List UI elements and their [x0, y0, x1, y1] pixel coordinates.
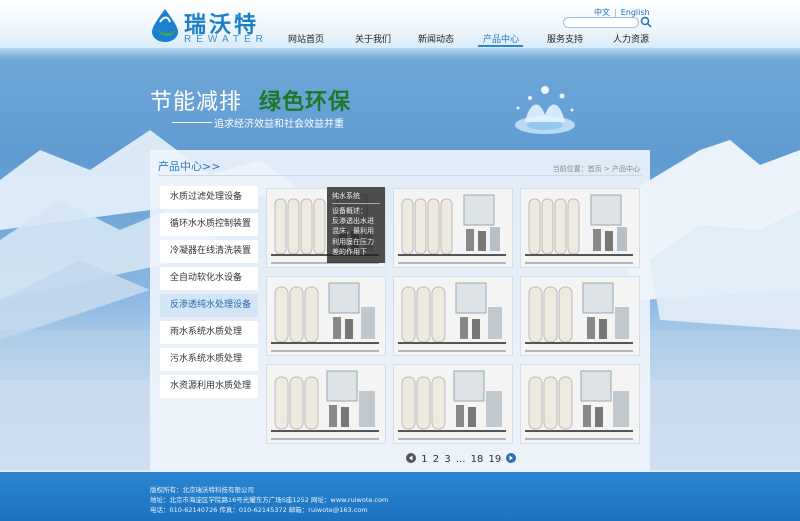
- search-input[interactable]: [563, 17, 639, 28]
- product-thumbnail[interactable]: [520, 364, 640, 444]
- page-link-19[interactable]: 19: [489, 454, 502, 465]
- site-footer: 版权所有：北京瑞沃特科技有限公司 地址：北京市海淀区学院路16号光耀东方广场S座…: [0, 472, 800, 521]
- logo-english-text: REWATER: [184, 34, 268, 45]
- footer-copyright: 版权所有：北京瑞沃特科技有限公司: [150, 486, 254, 494]
- product-thumbnail[interactable]: [266, 364, 386, 444]
- search-icon[interactable]: [640, 16, 652, 28]
- page-link-18[interactable]: 18: [471, 454, 484, 465]
- ro-equipment-image: [394, 277, 512, 355]
- active-nav-underline: [478, 45, 523, 47]
- ro-equipment-image: [267, 365, 385, 443]
- product-thumbnail[interactable]: [393, 188, 513, 268]
- tooltip-line: 差的作用下: [332, 247, 367, 256]
- sidebar-item-ro[interactable]: 反渗透纯水处理设备: [160, 294, 258, 317]
- ro-equipment-image: [394, 189, 512, 267]
- panel-title: 产品中心>>: [158, 160, 221, 173]
- product-thumbnail[interactable]: [520, 276, 640, 356]
- nav-products[interactable]: 产品中心: [483, 32, 519, 45]
- slogan-dash-line: [172, 122, 212, 123]
- product-hover-tooltip: 纯水系统 设备概述： 反渗透出水进 混床，最利用 利用膜在压力 差的作用下: [327, 187, 385, 263]
- sidebar-item-softener[interactable]: 全自动软化水设备: [160, 267, 258, 290]
- ro-equipment-image: [521, 189, 639, 267]
- ro-equipment-image: [521, 277, 639, 355]
- nav-home[interactable]: 网站首页: [288, 32, 324, 45]
- nav-about[interactable]: 关于我们: [355, 32, 391, 45]
- tooltip-line: 反渗透出水进: [332, 217, 374, 226]
- tooltip-line: 利用膜在压力: [332, 237, 374, 246]
- breadcrumb: 当前位置：首页 > 产品中心: [552, 165, 640, 173]
- site-logo[interactable]: 瑞沃特 REWATER: [150, 6, 275, 45]
- footer-contact: 电话：010-62140726 传真：010-62145372 邮箱：ruiwo…: [150, 506, 368, 514]
- ro-equipment-image: [521, 365, 639, 443]
- header-bar: 瑞沃特 REWATER 中文 | English 网站首页 关于我们 新闻动态 产品…: [0, 0, 800, 48]
- page-link-1[interactable]: 1: [421, 454, 427, 465]
- product-panel: 产品中心>> 当前位置：首页 > 产品中心 水质过滤处理设备 循环水水质控制装置…: [150, 150, 650, 472]
- pagination: 1 2 3 ... 18 19: [406, 453, 518, 465]
- nav-news[interactable]: 新闻动态: [418, 32, 454, 45]
- lang-chinese-link[interactable]: 中文: [594, 8, 610, 17]
- water-splash-image: [515, 86, 575, 134]
- nav-hr[interactable]: 人力资源: [613, 32, 649, 45]
- product-thumbnail[interactable]: [393, 276, 513, 356]
- product-category-sidebar: 水质过滤处理设备 循环水水质控制装置 冷凝器在线清洗装置 全自动软化水设备 反渗…: [160, 186, 258, 402]
- ro-equipment-image: [267, 277, 385, 355]
- banner-slogan-white: 节能减排: [150, 90, 243, 115]
- product-thumbnail[interactable]: [520, 188, 640, 268]
- ro-equipment-image: [394, 365, 512, 443]
- tooltip-title: 纯水系统: [332, 191, 380, 205]
- page-link-3[interactable]: 3: [444, 454, 450, 465]
- next-page-icon[interactable]: [506, 453, 517, 463]
- product-thumbnail[interactable]: [393, 364, 513, 444]
- banner-subtitle: 追求经济效益和社会效益并重: [214, 119, 344, 130]
- product-thumbnail[interactable]: [266, 276, 386, 356]
- sidebar-item-sewage[interactable]: 污水系统水质处理: [160, 348, 258, 371]
- page-link-2[interactable]: 2: [433, 454, 439, 465]
- footer-address: 地址：北京市海淀区学院路16号光耀东方广场S座1252 网址：www.ruiwo…: [150, 496, 389, 504]
- prev-page-icon[interactable]: [406, 453, 416, 463]
- sidebar-item-condenser[interactable]: 冷凝器在线清洗装置: [160, 240, 258, 263]
- panel-title-divider: [158, 175, 642, 176]
- sidebar-item-circulating[interactable]: 循环水水质控制装置: [160, 213, 258, 236]
- page-ellipsis: ...: [455, 454, 466, 465]
- tooltip-line: 设备概述：: [332, 207, 367, 216]
- sidebar-item-rainwater[interactable]: 雨水系统水质处理: [160, 321, 258, 344]
- sidebar-item-reuse[interactable]: 水资源利用水质处理: [160, 375, 258, 398]
- banner-slogan-green: 绿色环保: [259, 90, 352, 115]
- lang-separator: |: [614, 8, 617, 17]
- nav-support[interactable]: 服务支持: [547, 32, 583, 45]
- tooltip-line: 混床，最利用: [332, 227, 374, 236]
- water-drop-logo-icon: [152, 9, 178, 42]
- sidebar-item-filter[interactable]: 水质过滤处理设备: [160, 186, 258, 209]
